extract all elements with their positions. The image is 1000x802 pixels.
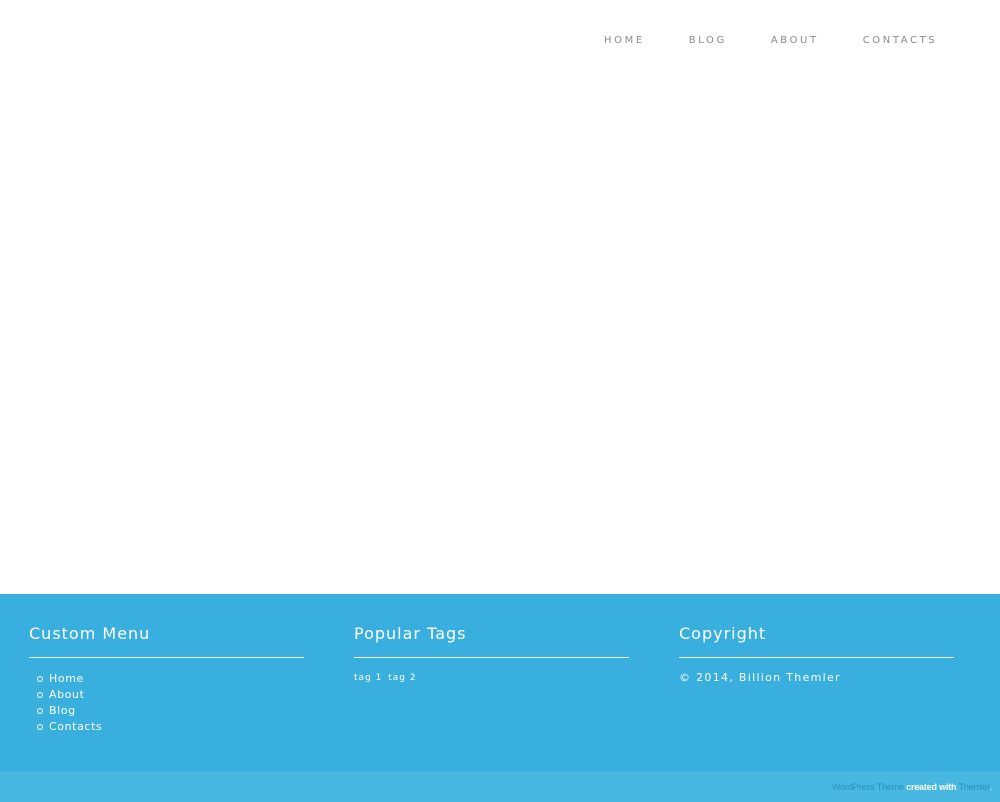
circle-bullet-icon bbox=[37, 676, 43, 682]
divider bbox=[354, 657, 629, 658]
popular-tags-title: Popular Tags bbox=[354, 624, 467, 643]
list-item: Contacts bbox=[37, 719, 304, 735]
custom-menu-widget: Custom Menu Home About Blog Contacts bbox=[29, 594, 304, 735]
nav-contacts-link[interactable]: CONTACTS bbox=[863, 34, 938, 48]
bottom-bar: WordPress Theme created with Themler. bbox=[0, 771, 1000, 802]
custom-menu-list: Home About Blog Contacts bbox=[29, 671, 304, 735]
nav-home-link[interactable]: HOME bbox=[604, 34, 645, 48]
nav-about-link[interactable]: ABOUT bbox=[771, 34, 819, 48]
nav-blog-link[interactable]: BLOG bbox=[689, 34, 727, 48]
themler-link[interactable]: Themler bbox=[959, 782, 990, 792]
tag-link[interactable]: tag 1 bbox=[354, 673, 382, 683]
list-item: About bbox=[37, 687, 304, 703]
custom-menu-title: Custom Menu bbox=[29, 624, 151, 643]
divider bbox=[679, 657, 954, 658]
copyright-title: Copyright bbox=[679, 624, 767, 643]
circle-bullet-icon bbox=[37, 724, 43, 730]
popular-tags-widget: Popular Tags tag 1 tag 2 bbox=[354, 594, 629, 684]
main-nav: HOME BLOG ABOUT CONTACTS bbox=[604, 34, 937, 48]
list-item: Blog bbox=[37, 703, 304, 719]
footer-menu-blog-link[interactable]: Blog bbox=[49, 704, 76, 717]
circle-bullet-icon bbox=[37, 708, 43, 714]
site-footer: Custom Menu Home About Blog Contacts Pop… bbox=[0, 594, 1000, 771]
footer-menu-home-link[interactable]: Home bbox=[49, 672, 84, 685]
wordpress-theme-link[interactable]: WordPress Theme bbox=[832, 782, 904, 792]
circle-bullet-icon bbox=[37, 692, 43, 698]
copyright-text: © 2014, Billion Themler bbox=[679, 671, 841, 684]
divider bbox=[29, 657, 304, 658]
tag-link[interactable]: tag 2 bbox=[388, 673, 416, 683]
credits-suffix: . bbox=[989, 782, 993, 792]
list-item: Home bbox=[37, 671, 304, 687]
credits: WordPress Theme created with Themler. bbox=[832, 781, 992, 793]
footer-menu-contacts-link[interactable]: Contacts bbox=[49, 720, 102, 733]
copyright-widget: Copyright © 2014, Billion Themler bbox=[679, 594, 954, 685]
footer-menu-about-link[interactable]: About bbox=[49, 688, 85, 701]
tag-cloud: tag 1 tag 2 bbox=[354, 672, 629, 684]
site-header: HOME BLOG ABOUT CONTACTS bbox=[0, 0, 1000, 80]
credits-created-with: created with bbox=[903, 782, 959, 792]
